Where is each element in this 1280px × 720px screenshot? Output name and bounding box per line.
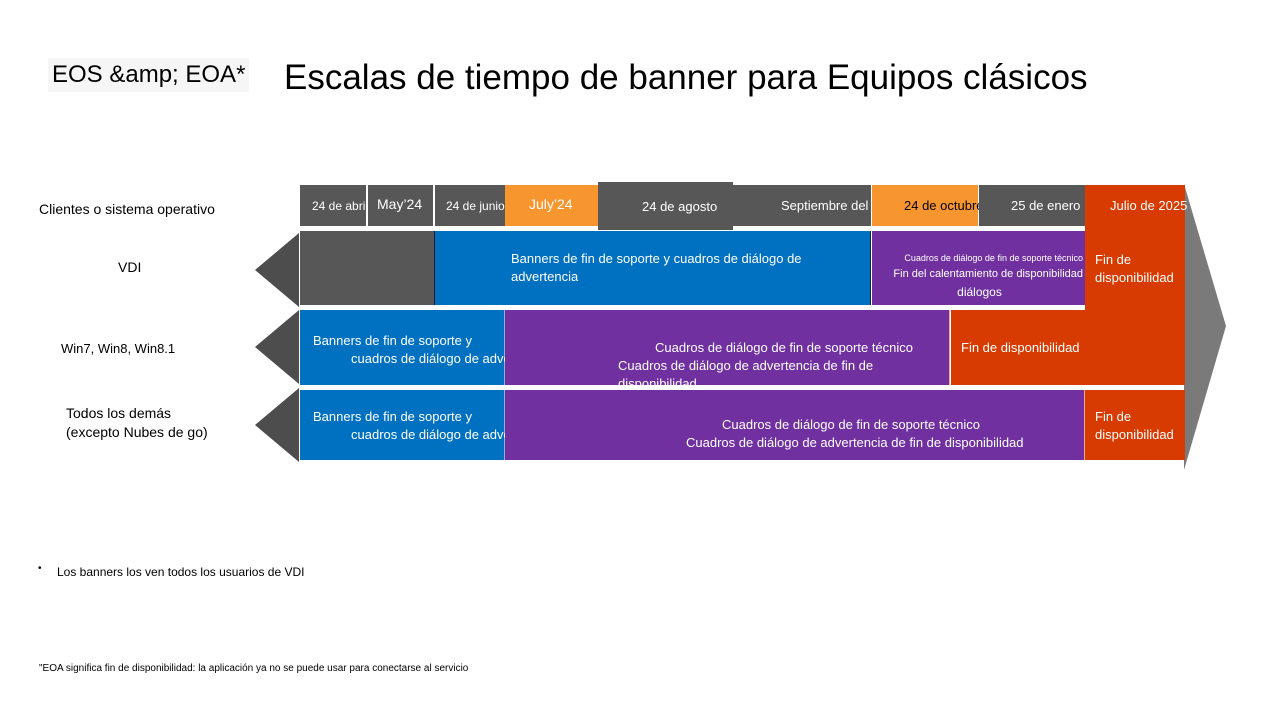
row-label-others: Todos los demás (excepto Nubes de go) [66, 404, 208, 442]
timeline-cell-jan25: 25 de enero [979, 185, 1085, 226]
segment-text: Banners de fin de soporte y [313, 333, 472, 348]
column-header-label: Clientes o sistema operativo [39, 201, 215, 217]
segment-text: Cuadros de diálogo de fin de soporte téc… [655, 340, 914, 355]
segment-text: diálogos [957, 285, 1002, 299]
segment-text: Fin de [1095, 252, 1132, 267]
footnote: "EOA significa fin de disponibilidad: la… [39, 663, 469, 674]
segment-text: disponibilidad [1095, 270, 1174, 285]
segment-text: Banners de fin de soporte y cuadros de d… [511, 251, 802, 284]
timeline-arrow-head-icon [1184, 184, 1226, 470]
others-segment-eos-dialogs: Cuadros de diálogo de fin de soporte téc… [505, 390, 1085, 460]
page-title: Escalas de tiempo de banner para Equipos… [284, 58, 1088, 97]
vdi-segment-eoa: Fin de disponibilidad [1085, 251, 1185, 287]
row-label-line: (excepto Nubes de go) [66, 424, 208, 440]
segment-text: disponibilidad [1095, 427, 1174, 442]
segment-text: Cuadros de diálogo de advertencia de fin… [618, 358, 874, 391]
others-segment-eoa: Fin de disponibilidad [1085, 390, 1185, 460]
timeline-label: 24 de octubre [904, 198, 984, 213]
bullet-icon: • [38, 563, 42, 574]
segment-text: Cuadros de diálogo de fin de soporte téc… [722, 417, 981, 432]
timeline-cell-jul24: July’24 [505, 185, 598, 226]
timeline-label: May’24 [377, 195, 423, 212]
timeline-cell-apr24: 24 de abril [300, 185, 369, 226]
timeline-cell-jun24: 24 de junio [435, 185, 505, 226]
timeline-cell-oct24: 24 de octubre [872, 185, 984, 226]
segment-text: cuadros de diálogo de advertencia [351, 351, 550, 366]
row-label-win7: Win7, Win8, Win8.1 [61, 341, 176, 356]
timeline-cell-may24: May’24 [368, 185, 433, 226]
timeline-label: July’24 [529, 195, 573, 212]
segment-text: Fin de disponibilidad [961, 339, 1080, 355]
timeline-label: 25 de enero [1011, 198, 1081, 213]
row-arrow-icon [255, 233, 299, 307]
eos-eoa-tag: EOS &amp; EOA* [48, 58, 250, 92]
timeline-label: Julio de 2025 [1110, 198, 1188, 213]
others-segment-banners: Banners de fin de soporte y cuadros de d… [300, 390, 550, 460]
win7-segment-eos-dialogs: Cuadros de diálogo de fin de soporte téc… [505, 310, 950, 391]
timeline-label: 24 de abril [312, 198, 369, 213]
timeline-cell-jul25: Julio de 2025 [1085, 185, 1188, 226]
timeline-cell-sep24: Septiembre del 24 [733, 185, 887, 226]
row-arrow-icon [255, 310, 299, 384]
timeline-label: 24 de agosto [642, 198, 718, 214]
vdi-segment-banners: Banners de fin de soporte y cuadros de d… [435, 231, 871, 305]
timeline-cell-aug24: 24 de agosto [598, 182, 733, 230]
vdi-segment-none [300, 231, 435, 305]
win7-segment-eoa: Fin de disponibilidad [951, 310, 1085, 385]
segment-text: Banners de fin de soporte y [313, 409, 472, 424]
row-arrow-icon [255, 388, 299, 462]
row-label-vdi: VDI [118, 259, 142, 275]
segment-text: Fin del calentamiento de disponibilidad [893, 268, 1083, 280]
segment-text: cuadros de diálogo de advertencia [351, 427, 550, 442]
vdi-note: Los banners los ven todos los usuarios d… [57, 565, 305, 579]
row-label-line: Todos los demás [66, 405, 172, 421]
timeline-label: 24 de junio [446, 198, 505, 213]
timeline-label: Septiembre del 24 [781, 198, 887, 213]
segment-text: Cuadros de diálogo de advertencia de fin… [686, 435, 1024, 450]
segment-text: Fin de [1095, 409, 1132, 424]
segment-text: Cuadros de diálogo de fin de soporte téc… [904, 253, 1083, 263]
win7-segment-banners: Banners de fin de soporte y cuadros de d… [300, 310, 550, 385]
vdi-segment-eos-dialogs: Cuadros de diálogo de fin de soporte téc… [872, 231, 1085, 305]
